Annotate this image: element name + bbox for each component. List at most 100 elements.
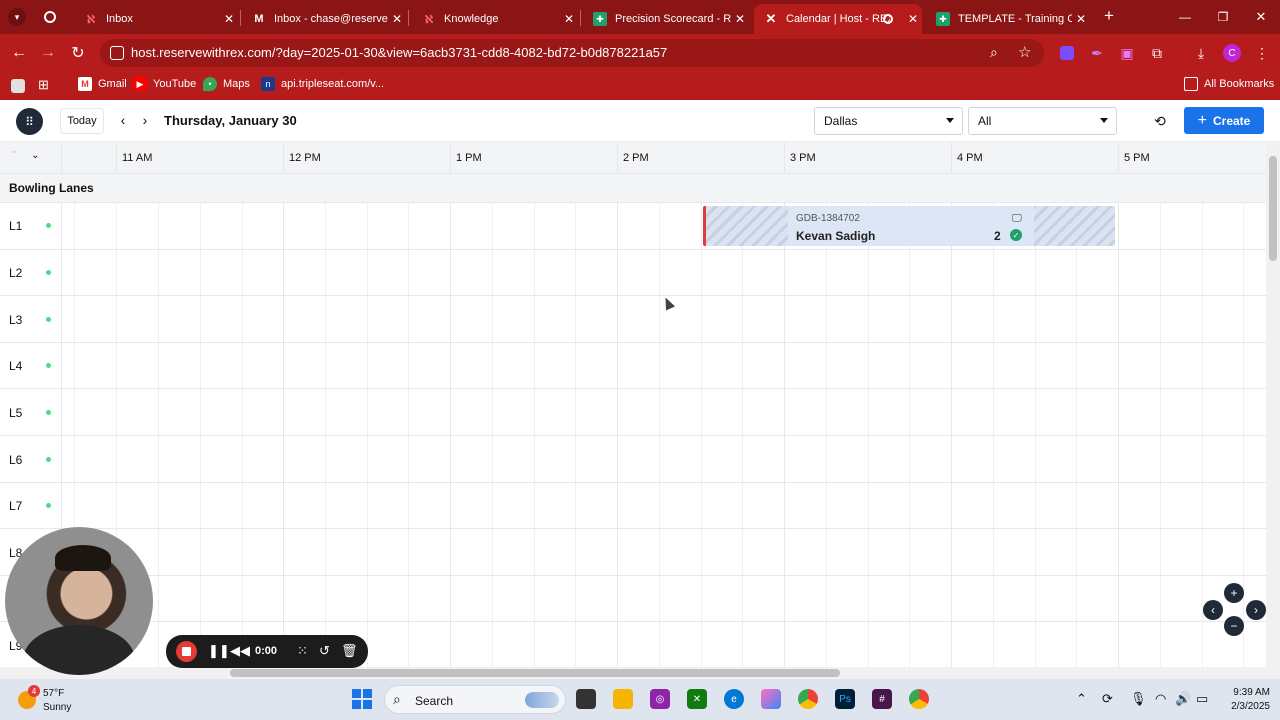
scroll-thumb[interactable] [230,669,840,677]
collapse-controls[interactable]: ⌃ ⌄ [10,150,40,161]
volume-icon[interactable]: 🔊 [1175,691,1191,707]
chrome-profile-icon[interactable] [909,689,929,709]
clock-date: 2/3/2025 [1231,701,1270,712]
lane-status-dot [46,457,51,462]
bookmark-tripleseat[interactable]: n api.tripleseat.com/v... [261,77,384,91]
extensions-puzzle-icon[interactable]: ⧉ [1147,43,1167,63]
location-value: Dallas [824,114,858,128]
download-icon[interactable]: ⤓ [1191,43,1211,63]
trash-icon[interactable]: 🗑 [341,643,358,659]
stop-recording-button[interactable] [176,641,197,662]
check-icon: ✓ [1010,229,1022,241]
screenshot-extension-icon[interactable]: ▣ [1117,43,1137,63]
microphone-icon[interactable]: 🎙 [1130,691,1147,707]
tab-search-chevron[interactable]: ▾ [8,8,26,26]
booking-id: GDB-1384702 [796,213,860,224]
screen-recorder-bar: ❚❚ ◀◀ 0:00 ⁙ ↺ 🗑 [166,635,368,668]
restore-window-icon[interactable]: ❐ [1214,8,1232,26]
copilot-icon[interactable] [761,689,781,709]
bookmark-gmail[interactable]: M Gmail [78,77,127,91]
wifi-icon[interactable]: ◠ [1155,691,1166,707]
zoom-search-icon[interactable]: ⌕ [990,44,998,61]
close-tab-icon[interactable]: ✕ [904,12,922,26]
close-tab-icon[interactable]: ✕ [1072,12,1090,26]
bookmark-label: api.tripleseat.com/v... [281,78,385,90]
horizontal-scrollbar[interactable] [0,667,1280,679]
close-tab-icon[interactable]: ✕ [220,12,238,26]
all-bookmarks[interactable]: All Bookmarks [1184,77,1274,91]
lane-label: L5 [9,406,23,420]
zoom-out-button[interactable]: − [1224,616,1244,636]
refresh-icon[interactable]: ⟲ [1150,111,1170,131]
address-bar[interactable]: host.reservewithrex.com/?day=2025-01-30&… [100,39,1044,67]
sync-icon[interactable]: ⟳ [1102,691,1113,707]
create-button[interactable]: + Create [1184,107,1264,134]
zoom-in-button[interactable]: + [1224,583,1244,603]
restart-icon[interactable]: ↺ [319,643,330,659]
apps-menu-button[interactable]: ⠿ [16,108,43,135]
tab-inbox[interactable]: ℵ Inbox ✕ [74,4,238,34]
booking-party-size: 2 [994,229,1001,243]
browser-toolbar: ← → ↻ host.reservewithrex.com/?day=2025-… [0,34,1280,72]
taskbar-search[interactable]: ⌕ Search [384,685,566,714]
rewind-icon[interactable]: ◀◀ [230,643,250,659]
xbox-icon[interactable]: ✕ [687,689,707,709]
windows-start-icon[interactable] [352,689,372,709]
close-tab-icon[interactable]: ✕ [560,12,578,26]
vertical-scrollbar[interactable] [1266,142,1280,667]
system-clock[interactable]: 9:39 AM 2/3/2025 [1218,687,1270,712]
close-window-icon[interactable]: ✕ [1252,8,1270,26]
previous-day-chevron-icon[interactable]: ‹ [115,111,131,129]
bookmark-maps[interactable]: • Maps [203,77,250,91]
reload-icon[interactable]: ↻ [67,42,89,64]
today-button[interactable]: Today [60,108,104,134]
close-tab-icon[interactable]: ✕ [388,12,406,26]
edge-icon[interactable]: e [724,689,744,709]
task-view-icon[interactable] [576,689,596,709]
new-tab-plus-icon[interactable]: + [1100,6,1118,25]
close-tab-icon[interactable]: ✕ [731,12,749,26]
photoshop-icon[interactable]: Ps [835,689,855,709]
minimize-window-icon[interactable]: — [1176,8,1194,26]
slack-icon[interactable]: # [872,689,892,709]
caret-down-icon [1100,118,1108,123]
pause-icon[interactable]: ❚❚ [208,643,230,659]
filter-select[interactable]: All [968,107,1117,135]
tab-gmail-inbox[interactable]: M Inbox - chase@reservewi ✕ [242,4,406,34]
bookmark-label: YouTube [153,78,197,90]
bookmark-star-icon[interactable]: ☆ [1018,43,1031,61]
maps-icon: • [203,77,217,91]
back-arrow-icon[interactable]: ← [8,42,30,64]
scroll-right-button[interactable]: › [1246,600,1266,620]
tab-knowledge[interactable]: ℵ Knowledge ✕ [412,4,578,34]
scroll-thumb[interactable] [1269,156,1277,261]
chrome-icon[interactable] [798,689,818,709]
booking-block[interactable]: GDB-1384702 Kevan Sadigh 🖵 2 ✓ [703,206,1115,246]
media-app-icon[interactable]: ◎ [650,689,670,709]
profile-avatar[interactable]: C [1222,43,1242,63]
apps-grid-icon[interactable]: ⊞ [38,77,49,93]
lane-status-dot [46,410,51,415]
battery-icon[interactable]: ▭ [1196,691,1208,707]
chevron-up-icon[interactable]: ⌃ [10,150,18,161]
tab-groups-icon[interactable] [11,79,25,93]
next-day-chevron-icon[interactable]: › [137,111,153,129]
hour-label: 12 PM [289,152,321,164]
feather-extension-icon[interactable]: ✒ [1087,43,1107,63]
grid-dots-icon[interactable]: ⁙ [297,643,308,659]
file-explorer-icon[interactable] [613,689,633,709]
filter-value: All [978,114,992,128]
site-info-icon[interactable] [110,46,124,60]
forward-arrow-icon[interactable]: → [37,42,59,64]
tab-template-training[interactable]: ✚ TEMPLATE - Training Che ✕ [926,4,1090,34]
chevron-down-icon[interactable]: ⌄ [31,150,39,161]
tab-calendar-host[interactable]: ✕ Calendar | Host - REX ✕ [754,4,922,34]
location-select[interactable]: Dallas [814,107,963,135]
lane-grid[interactable]: L1 L2 L3 L4 L5 L6 L7 L8 L9 [0,203,1266,667]
scroll-left-button[interactable]: ‹ [1203,600,1223,620]
extension-icon[interactable] [1057,43,1077,63]
browser-menu-icon[interactable]: ⋮ [1252,43,1272,63]
bookmark-youtube[interactable]: ▶ YouTube [133,77,196,91]
chevron-up-icon[interactable]: ⌃ [1076,691,1087,707]
tab-precision-scorecard[interactable]: ✚ Precision Scorecard - Re ✕ [583,4,749,34]
